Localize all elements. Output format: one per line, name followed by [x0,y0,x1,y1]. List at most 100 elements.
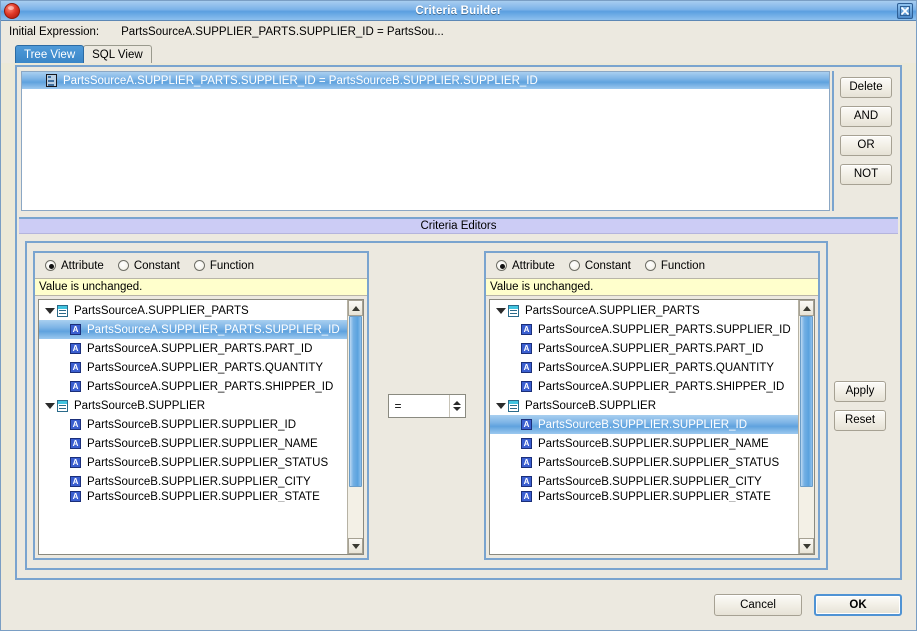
left-radio-attribute[interactable]: Attribute [45,260,104,272]
apply-reset-column: Apply Reset [828,241,892,570]
right-tree-scrollbar[interactable] [798,300,814,554]
left-status-text: Value is unchanged. [35,279,367,296]
tree-row[interactable]: APartsSourceA.SUPPLIER_PARTS.SHIPPER_ID [39,377,347,396]
right-attribute-tree-wrap: PartsSourceA.SUPPLIER_PARTSAPartsSourceA… [489,299,815,555]
expression-tree-area: PartsSourceA.SUPPLIER_PARTS.SUPPLIER_ID … [17,67,900,215]
spinner-arrows-icon[interactable] [449,395,465,417]
attribute-icon: A [70,438,81,449]
delete-button[interactable]: Delete [840,77,892,98]
scroll-down-icon[interactable] [348,538,363,554]
right-radio-attribute-label: Attribute [512,260,555,272]
not-button[interactable]: NOT [840,164,892,185]
left-radio-constant[interactable]: Constant [118,260,180,272]
left-attribute-tree[interactable]: PartsSourceA.SUPPLIER_PARTSAPartsSourceA… [39,300,347,554]
left-tree-scrollbar[interactable] [347,300,363,554]
left-type-radio-group: Attribute Constant Function [35,253,367,279]
criteria-editors-title: Criteria Editors [19,219,898,234]
right-scroll-thumb[interactable] [800,316,813,487]
right-radio-attribute[interactable]: Attribute [496,260,555,272]
tree-row[interactable]: APartsSourceA.SUPPLIER_PARTS.QUANTITY [490,358,798,377]
scroll-down-icon[interactable] [799,538,814,554]
right-criteria-editor: Attribute Constant Function Value [484,251,820,560]
tree-row[interactable]: A PartsSourceB.SUPPLIER.SUPPLIER_STATE [39,491,347,502]
attribute-icon: A [70,491,81,502]
right-radio-function[interactable]: Function [645,260,705,272]
attribute-icon: A [521,491,532,502]
right-radio-constant[interactable]: Constant [569,260,631,272]
expression-node-label: PartsSourceA.SUPPLIER_PARTS.SUPPLIER_ID … [63,75,538,87]
tree-row-label: PartsSourceA.SUPPLIER_PARTS.PART_ID [538,343,763,355]
criteria-editors-frame: Attribute Constant Function Value [25,241,828,570]
tab-tree-view[interactable]: Tree View [15,45,84,63]
tree-row-label: PartsSourceA.SUPPLIER_PARTS.PART_ID [87,343,312,355]
tree-row[interactable]: APartsSourceB.SUPPLIER.SUPPLIER_ID [39,415,347,434]
attribute-icon: A [70,476,81,487]
scroll-up-icon[interactable] [799,300,814,316]
radio-dot-icon [45,260,56,271]
attribute-icon: A [521,476,532,487]
dialog-footer: Cancel OK [1,580,916,630]
tree-row[interactable]: PartsSourceA.SUPPLIER_PARTS [490,301,798,320]
and-button[interactable]: AND [840,106,892,127]
tree-row[interactable]: A PartsSourceA.SUPPLIER_PARTS.QUANTITY [39,358,347,377]
chevron-down-icon[interactable] [43,396,57,415]
operator-spinner[interactable]: = [388,394,466,418]
radio-dot-icon [118,260,129,271]
left-scroll-thumb[interactable] [349,316,362,487]
left-radio-function[interactable]: Function [194,260,254,272]
tree-row[interactable]: APartsSourceB.SUPPLIER.SUPPLIER_ID [490,415,798,434]
tree-row-label: PartsSourceB.SUPPLIER.SUPPLIER_STATE [538,491,771,502]
tree-row[interactable]: APartsSourceA.SUPPLIER_PARTS.SHIPPER_ID [490,377,798,396]
window-title: Criteria Builder [1,5,916,17]
tree-row[interactable]: APartsSourceB.SUPPLIER.SUPPLIER_NAME [490,434,798,453]
tree-row[interactable]: APartsSourceB.SUPPLIER.SUPPLIER_NAME [39,434,347,453]
tree-row-label: PartsSourceB.SUPPLIER.SUPPLIER_STATUS [538,457,779,469]
tree-row-label: PartsSourceA.SUPPLIER_PARTS.QUANTITY [87,362,323,374]
attribute-icon: A [521,457,532,468]
tree-row[interactable]: A PartsSourceB.SUPPLIER.SUPPLIER_STATUS [490,453,798,472]
tree-row[interactable]: A PartsSourceB.SUPPLIER.SUPPLIER_CITY [39,472,347,491]
tree-row-label: PartsSourceB.SUPPLIER [74,400,205,412]
tree-row-label: PartsSourceB.SUPPLIER.SUPPLIER_STATE [87,491,320,502]
table-icon [57,305,68,317]
ok-button[interactable]: OK [814,594,902,616]
left-scroll-track[interactable] [348,316,363,538]
right-radio-function-label: Function [661,260,705,272]
right-attribute-tree[interactable]: PartsSourceA.SUPPLIER_PARTSAPartsSourceA… [490,300,798,554]
tab-sql-view[interactable]: SQL View [83,45,152,63]
right-status-text: Value is unchanged. [486,279,818,296]
apply-button[interactable]: Apply [834,381,886,402]
tree-row[interactable]: A PartsSourceA.SUPPLIER_PARTS.SUPPLIER_ID [39,320,347,339]
right-scroll-track[interactable] [799,316,814,538]
tree-row[interactable]: APartsSourceB.SUPPLIER.SUPPLIER_CITY [490,472,798,491]
tree-row[interactable]: PartsSourceA.SUPPLIER_PARTS [39,301,347,320]
attribute-icon: A [521,324,532,335]
chevron-down-icon[interactable] [494,301,508,320]
reset-button[interactable]: Reset [834,410,886,431]
scroll-up-icon[interactable] [348,300,363,316]
chevron-down-icon[interactable] [494,396,508,415]
tree-row[interactable]: PartsSourceB.SUPPLIER [39,396,347,415]
attribute-icon: A [521,343,532,354]
tree-row[interactable]: PartsSourceB.SUPPLIER [490,396,798,415]
attribute-icon: A [70,324,81,335]
tree-row[interactable]: APartsSourceB.SUPPLIER.SUPPLIER_STATUS [39,453,347,472]
expression-tree-node[interactable]: PartsSourceA.SUPPLIER_PARTS.SUPPLIER_ID … [22,72,829,89]
tree-row-label: PartsSourceA.SUPPLIER_PARTS.SUPPLIER_ID [87,324,340,336]
left-radio-constant-label: Constant [134,260,180,272]
chevron-down-icon[interactable] [43,301,57,320]
tree-row[interactable]: A PartsSourceA.SUPPLIER_PARTS.PART_ID [490,339,798,358]
cancel-button[interactable]: Cancel [714,594,802,616]
tree-row[interactable]: A PartsSourceB.SUPPLIER.SUPPLIER_STATE [490,491,798,502]
tree-row[interactable]: APartsSourceA.SUPPLIER_PARTS.PART_ID [39,339,347,358]
table-icon [508,305,519,317]
right-type-radio-group: Attribute Constant Function [486,253,818,279]
tree-row-label: PartsSourceB.SUPPLIER.SUPPLIER_CITY [87,476,311,488]
attribute-icon: A [521,438,532,449]
tree-row[interactable]: APartsSourceA.SUPPLIER_PARTS.SUPPLIER_ID [490,320,798,339]
left-radio-function-label: Function [210,260,254,272]
expression-tree-box[interactable]: PartsSourceA.SUPPLIER_PARTS.SUPPLIER_ID … [21,71,830,211]
close-icon[interactable] [897,3,913,19]
attribute-icon: A [70,362,81,373]
or-button[interactable]: OR [840,135,892,156]
